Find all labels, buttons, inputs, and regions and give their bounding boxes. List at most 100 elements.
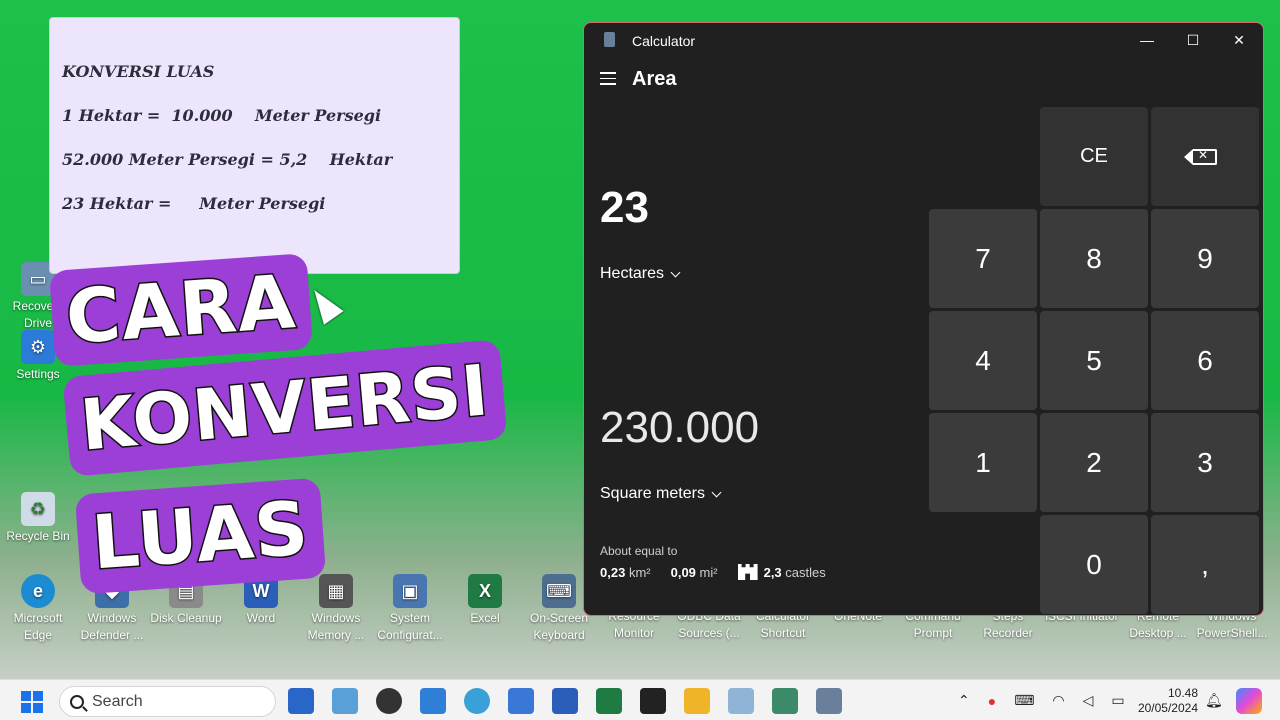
backspace-button[interactable] — [1151, 107, 1259, 206]
key-1[interactable]: 1 — [929, 413, 1037, 512]
sticky-notes-icon[interactable] — [640, 688, 666, 714]
about-equal-label: About equal to — [600, 544, 678, 558]
desktop-icon-label: Windows Defender ... — [80, 611, 144, 642]
maps-icon[interactable] — [464, 688, 490, 714]
note-line: 23 Hektar = Meter Persegi — [62, 194, 326, 213]
maximize-button[interactable]: ☐ — [1170, 23, 1216, 57]
notification-bell-icon[interactable]: 🔔︎ — [1205, 680, 1223, 720]
minimize-button[interactable]: — — [1124, 23, 1170, 57]
input-value[interactable]: 23 — [600, 183, 649, 233]
key-0[interactable]: 0 — [1040, 515, 1148, 614]
desktop-icon-label: Disk Cleanup — [150, 611, 222, 625]
close-button[interactable]: ✕ — [1216, 23, 1262, 57]
window-title: Calculator — [632, 33, 696, 49]
speaker-icon[interactable]: ◁ — [1083, 692, 1094, 709]
equivalents-row: 0,23 km² 0,09 mi² 2,3 castles — [600, 564, 826, 580]
excel-taskbar-icon[interactable] — [596, 688, 622, 714]
keyboard-icon: ⌨ — [542, 574, 576, 608]
note-title: KONVERSI LUAS — [62, 62, 215, 81]
chevron-up-icon[interactable]: ⌃ — [958, 692, 970, 709]
search-icon — [70, 694, 84, 709]
microphone-icon[interactable]: ● — [988, 693, 996, 709]
key-9[interactable]: 9 — [1151, 209, 1259, 308]
start-windows-icon[interactable] — [21, 691, 43, 713]
taskbar: Search ⌃ ● ⌨ ◠ ◁ ▭ 10.48 20/05/2024 🔔︎ — [0, 679, 1280, 720]
overlay-word-luas: LUAS — [74, 477, 327, 595]
system-tray: ⌃ ● ⌨ ◠ ◁ ▭ — [958, 680, 1125, 720]
key-3[interactable]: 3 — [1151, 413, 1259, 512]
key-7[interactable]: 7 — [929, 209, 1037, 308]
overlay-word-cara: CARA — [48, 253, 313, 367]
clock-date: 20/05/2024 — [1137, 701, 1198, 715]
equivalent-unit: mi² — [699, 564, 718, 580]
from-unit-select[interactable]: Hectares — [600, 265, 681, 283]
title-bar[interactable]: Calculator — ☐ ✕ — [584, 23, 1263, 57]
taskbar-clock[interactable]: 10.48 20/05/2024 — [1134, 686, 1198, 716]
photos-icon[interactable] — [728, 688, 754, 714]
desktop-icon-label: Settings — [16, 367, 60, 381]
edge-icon: e — [21, 574, 55, 608]
equivalent-value: 0,09 — [670, 564, 696, 580]
desktop-icon-excel[interactable]: X Excel — [447, 574, 523, 627]
desktop-icon-memory[interactable]: ▦ Windows Memory ... — [298, 574, 374, 644]
desktop-icon-label: Microsoft Edge — [13, 611, 63, 642]
sticky-note[interactable]: KONVERSI LUAS 1 Hektar = 10.000 Meter Pe… — [49, 17, 460, 274]
calculator-icon — [604, 32, 615, 47]
obs-icon[interactable] — [376, 688, 402, 714]
search-placeholder: Search — [92, 692, 143, 710]
desktop-icon-label: System Configurat... — [377, 611, 443, 642]
memory-icon: ▦ — [319, 574, 353, 608]
castle-icon — [737, 564, 758, 580]
desktop-icon-label: Excel — [470, 611, 500, 625]
file-explorer-icon[interactable] — [684, 688, 710, 714]
keyboard-icon[interactable]: ⌨ — [1014, 692, 1034, 709]
desktop-icon-edge[interactable]: e Microsoft Edge — [0, 574, 76, 644]
key-4[interactable]: 4 — [929, 311, 1037, 410]
note-line: 52.000 Meter Persegi = 5,2 Hektar — [62, 150, 393, 169]
equivalent-value: 0,23 — [600, 564, 626, 580]
clock-time: 10.48 — [1167, 686, 1198, 700]
wifi-icon[interactable]: ◠ — [1052, 692, 1064, 709]
backspace-icon — [1184, 148, 1217, 165]
settings-app-icon[interactable] — [420, 688, 446, 714]
chevron-down-icon — [711, 487, 722, 497]
taskbar-search-box[interactable]: Search — [59, 686, 276, 717]
calculator-window[interactable]: Calculator — ☐ ✕ Area 23 Hectares 230.00… — [583, 22, 1264, 616]
gear-icon: ⚙ — [21, 330, 55, 364]
key-2[interactable]: 2 — [1040, 413, 1148, 512]
equivalent-value: 2,3 — [763, 564, 782, 580]
key-5[interactable]: 5 — [1040, 311, 1148, 410]
recycle-bin-icon: ♻ — [21, 492, 55, 526]
desktop-icon-recycle-bin[interactable]: ♻ Recycle Bin — [0, 492, 76, 545]
word-taskbar-icon[interactable] — [552, 688, 578, 714]
todo-icon[interactable] — [508, 688, 534, 714]
menu-icon[interactable] — [600, 72, 616, 89]
output-value[interactable]: 230.000 — [600, 403, 759, 453]
store-icon[interactable] — [288, 688, 314, 714]
copilot-icon[interactable] — [1236, 688, 1262, 714]
key-8[interactable]: 8 — [1040, 209, 1148, 308]
control-panel-icon[interactable] — [332, 688, 358, 714]
key-6[interactable]: 6 — [1151, 311, 1259, 410]
mode-title: Area — [632, 68, 677, 90]
desktop-icon-system-config[interactable]: ▣ System Configurat... — [372, 574, 448, 644]
battery-icon[interactable]: ▭ — [1111, 692, 1124, 709]
system-config-icon: ▣ — [393, 574, 427, 608]
desktop-icon-label: Recycle Bin — [6, 529, 70, 543]
excel-icon: X — [468, 574, 502, 608]
equivalent-km2: 0,23 km² — [600, 565, 651, 580]
equivalent-unit: castles — [785, 564, 826, 580]
calculator-taskbar-icon[interactable] — [816, 688, 842, 714]
to-unit-select[interactable]: Square meters — [600, 485, 722, 503]
desktop-icon-label: Windows Memory ... — [307, 611, 365, 642]
chevron-down-icon — [670, 267, 681, 277]
to-unit-label: Square meters — [600, 485, 705, 502]
clear-entry-button[interactable]: CE — [1040, 107, 1148, 206]
desktop-icon-label: On-Screen Keyboard — [529, 611, 589, 642]
decimal-separator-key[interactable]: , — [1151, 515, 1259, 614]
from-unit-label: Hectares — [600, 265, 665, 282]
desktop-icon-label: Word — [246, 611, 276, 625]
snipping-tool-icon[interactable] — [772, 688, 798, 714]
equivalent-castles: 2,3 castles — [737, 564, 826, 580]
note-line: 1 Hektar = 10.000 Meter Persegi — [62, 106, 382, 125]
